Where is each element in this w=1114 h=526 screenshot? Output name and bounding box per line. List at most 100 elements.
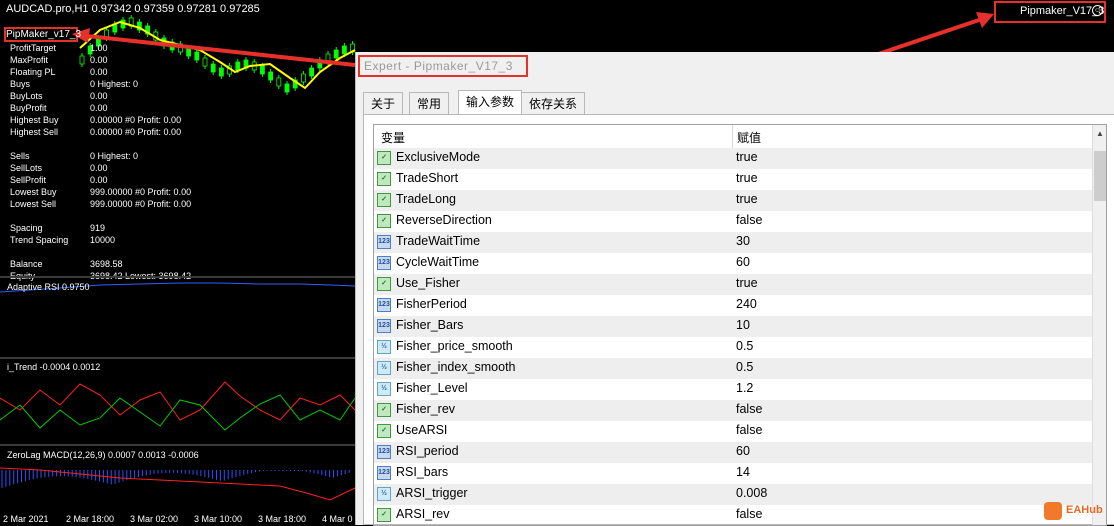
subwindow-separator[interactable] [0,357,355,359]
stats-value: 0.00000 #0 Profit: 0.00 [90,127,182,137]
integer-param-icon: 123 [377,235,391,249]
tab-dependencies[interactable]: 依存关系 [521,92,586,114]
param-row[interactable]: 123 RSI_period 60 [374,442,1092,463]
param-row[interactable]: 123 CycleWaitTime 60 [374,253,1092,274]
param-name: ExclusiveMode [396,150,481,164]
itrend-label: i_Trend -0.0004 0.0012 [7,362,101,372]
param-row[interactable]: 123 FisherPeriod 240 [374,295,1092,316]
column-header-value[interactable]: 赋值 [737,129,761,146]
param-row[interactable]: 123 TradeWaitTime 30 [374,232,1092,253]
candle-body [276,77,282,87]
double-param-icon: ½ [377,340,391,354]
chart-title: AUDCAD.pro,H1 0.97342 0.97359 0.97281 0.… [6,3,260,15]
param-name: Fisher_rev [396,402,456,416]
param-value[interactable]: true [736,150,758,164]
param-row[interactable]: ✓ TradeShort true [374,169,1092,190]
params-rows: ✓ ExclusiveMode true ✓ TradeShort true ✓ TradeL… [374,148,1092,525]
boolean-param-icon: ✓ [377,214,391,228]
param-value[interactable]: 14 [736,465,750,479]
boolean-param-icon: ✓ [377,172,391,186]
stats-key: Sells [10,151,30,161]
stats-key: SellLots [10,163,43,173]
integer-param-icon: 123 [377,256,391,270]
param-name: FisherPeriod [396,297,467,311]
param-row[interactable]: ✓ UseARSI false [374,421,1092,442]
time-label: 2 Mar 18:00 [66,514,115,524]
tab-common[interactable]: 常用 [409,92,450,114]
param-value[interactable]: 0.008 [736,486,767,500]
param-row[interactable]: ½ Fisher_price_smooth 0.5 [374,337,1092,358]
stats-value: 0 Highest: 0 [90,151,139,161]
candle-body [333,49,339,59]
boolean-param-icon: ✓ [377,193,391,207]
scroll-up-icon[interactable]: ▲ [1096,129,1104,138]
param-value[interactable]: 0.5 [736,360,753,374]
stats-value: 0.00000 #0 Profit: 0.00 [90,115,182,125]
double-param-icon: ½ [377,487,391,501]
candle-body [284,83,290,93]
param-row[interactable]: ✓ TradeLong true [374,190,1092,211]
candle-body [210,63,216,73]
macd-label: ZeroLag MACD(12,26,9) 0.0007 0.0013 -0.0… [7,450,199,460]
candle-body [309,67,315,77]
param-value[interactable]: 60 [736,444,750,458]
scroll-thumb[interactable] [1094,151,1106,201]
param-row[interactable]: ✓ ReverseDirection false [374,211,1092,232]
stats-key: ProfitTarget [10,43,57,53]
param-name: TradeShort [396,171,459,185]
param-row[interactable]: ✓ ExclusiveMode true [374,148,1092,169]
param-value[interactable]: 60 [736,255,750,269]
param-row[interactable]: ✓ ARSI_rev false [374,505,1092,525]
param-value[interactable]: true [736,276,758,290]
stats-key: SellProfit [10,175,47,185]
boolean-param-icon: ✓ [377,277,391,291]
tab-about[interactable]: 关于 [363,92,404,114]
column-divider[interactable] [732,125,733,148]
expert-properties-dialog[interactable]: Expert - Pipmaker_V17_3 关于 常用 输入参数 依存关系 … [355,52,1114,526]
column-header-variable[interactable]: 变量 [381,129,405,146]
tab-inputs[interactable]: 输入参数 [458,90,523,115]
param-value[interactable]: 30 [736,234,750,248]
grid-header: 变量 赋值 [374,125,1092,149]
param-row[interactable]: 123 Fisher_Bars 10 [374,316,1092,337]
params-grid[interactable]: 变量 赋值 ✓ ExclusiveMode true ✓ TradeShort true ✓… [373,124,1107,526]
param-row[interactable]: 123 RSI_bars 14 [374,463,1092,484]
param-row[interactable]: ✓ Use_Fisher true [374,274,1092,295]
stats-value: 10000 [90,235,116,245]
param-value[interactable]: false [736,423,762,437]
param-name: RSI_period [396,444,459,458]
boolean-param-icon: ✓ [377,424,391,438]
param-row[interactable]: ✓ Fisher_rev false [374,400,1092,421]
boolean-param-icon: ✓ [377,403,391,417]
stats-value: 3698.58 [90,259,123,269]
param-value[interactable]: false [736,507,762,521]
param-row[interactable]: ½ ARSI_trigger 0.008 [374,484,1092,505]
param-name: ARSI_trigger [396,486,468,500]
param-row[interactable]: ½ Fisher_index_smooth 0.5 [374,358,1092,379]
param-value[interactable]: 10 [736,318,750,332]
param-value[interactable]: false [736,213,762,227]
stats-key: Spacing [10,223,43,233]
stats-value: 0.00 [90,55,108,65]
param-row[interactable]: ½ Fisher_Level 1.2 [374,379,1092,400]
watermark: EAHub [1044,502,1110,522]
stats-value: 1.00 [90,43,108,53]
stats-key: BuyProfit [10,103,47,113]
param-value[interactable]: true [736,171,758,185]
stats-value: 919 [90,223,106,233]
param-value[interactable]: 0.5 [736,339,753,353]
candle-body [202,57,208,67]
stats-value: 0.00 [90,91,108,101]
candle-body [218,67,224,77]
vertical-scrollbar[interactable]: ▲ [1092,125,1106,525]
inputs-panel: 变量 赋值 ✓ ExclusiveMode true ✓ TradeShort true ✓… [363,114,1114,526]
candle-body [194,51,200,61]
stats-key: Lowest Sell [10,199,57,209]
param-value[interactable]: false [736,402,762,416]
param-value[interactable]: 1.2 [736,381,753,395]
subwindow-separator[interactable] [0,276,355,278]
subwindow-separator[interactable] [0,444,355,446]
smiley-icon[interactable]: ☺ [1092,5,1103,16]
param-value[interactable]: 240 [736,297,757,311]
param-value[interactable]: true [736,192,758,206]
